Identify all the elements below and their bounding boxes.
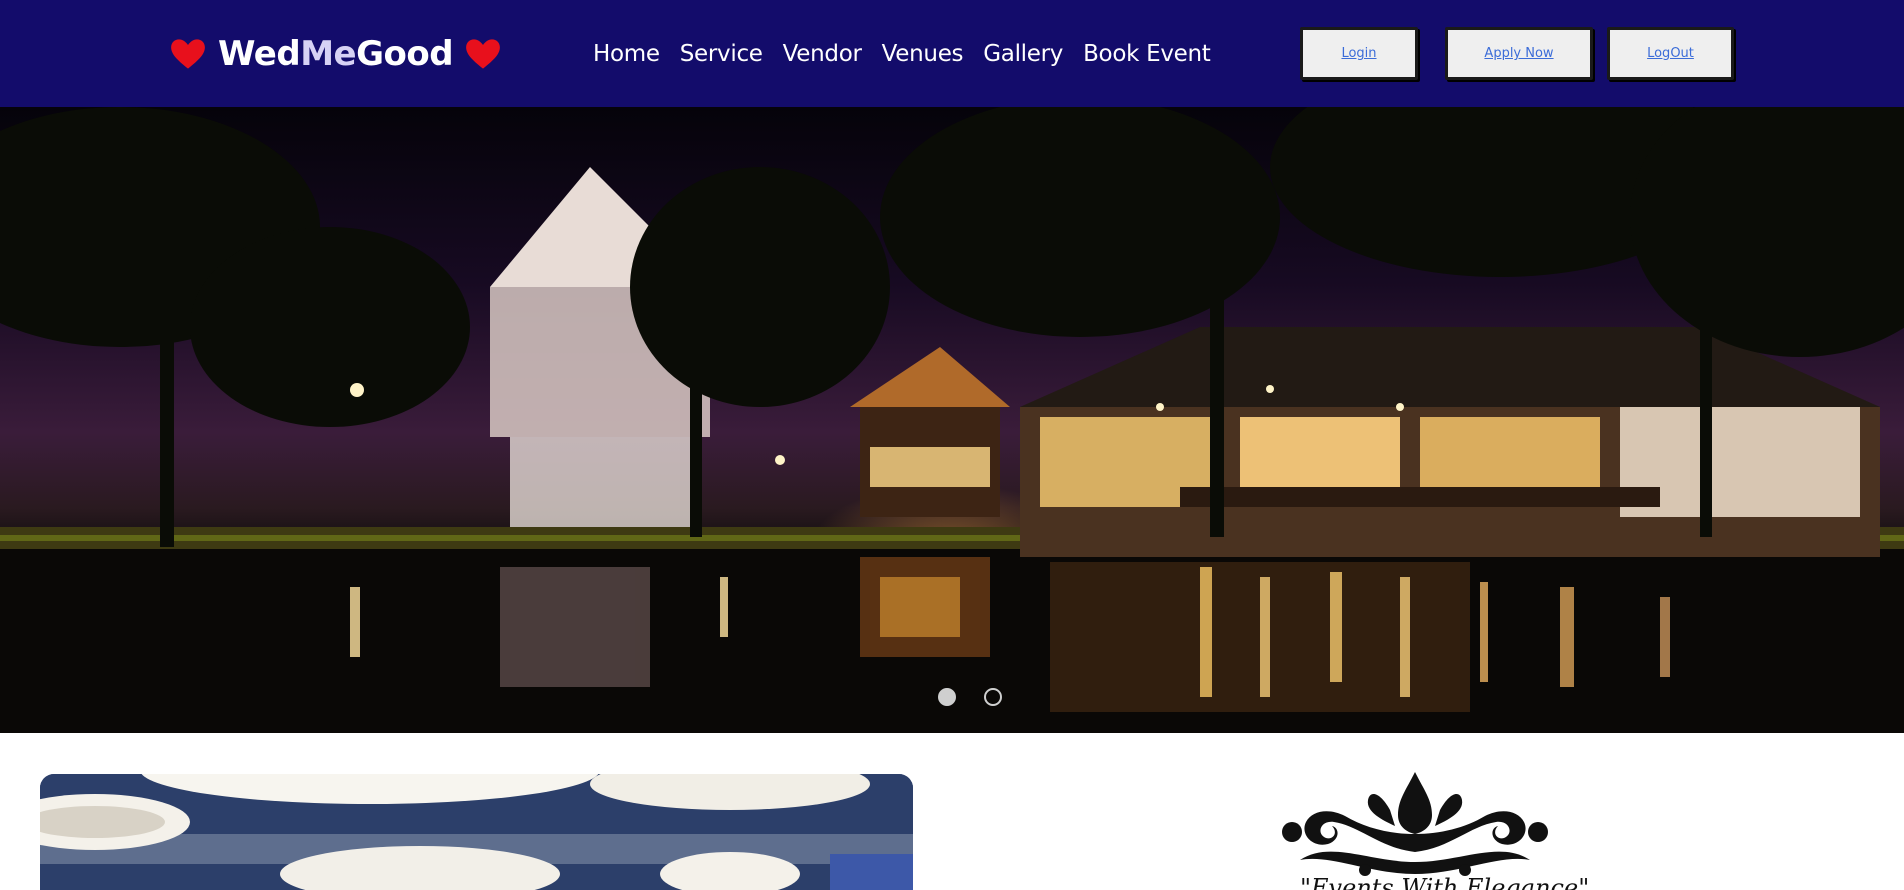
slide-dot-1[interactable] — [938, 688, 956, 706]
site-header: WedMeGood Home Service Vendor Venues Gal… — [0, 0, 1904, 107]
tagline: "Events With Elegance" — [1300, 874, 1590, 890]
venue-card-image[interactable] — [40, 774, 913, 890]
apply-now-button[interactable]: Apply Now — [1445, 27, 1593, 80]
heart-icon — [171, 39, 205, 69]
slide-dot-2[interactable] — [984, 688, 1002, 706]
venue-ceiling-image — [40, 774, 913, 890]
nav-home[interactable]: Home — [593, 41, 660, 67]
brand-logo[interactable]: WedMeGood — [170, 30, 501, 78]
main-nav: Home Service Vendor Venues Gallery Book … — [593, 33, 1211, 75]
heart-icon — [466, 39, 500, 69]
brand-name: WedMeGood — [218, 34, 454, 74]
ornament-icon — [1282, 772, 1548, 876]
logout-button[interactable]: LogOut — [1607, 27, 1734, 80]
nav-gallery[interactable]: Gallery — [983, 41, 1063, 67]
nav-service[interactable]: Service — [680, 41, 763, 67]
slider-dots — [0, 688, 1904, 718]
hero-slider — [0, 107, 1904, 733]
nav-book-event[interactable]: Book Event — [1083, 41, 1211, 67]
nav-venues[interactable]: Venues — [882, 41, 964, 67]
login-button[interactable]: Login — [1300, 27, 1418, 80]
hero-image — [0, 107, 1904, 733]
nav-vendor[interactable]: Vendor — [783, 41, 862, 67]
